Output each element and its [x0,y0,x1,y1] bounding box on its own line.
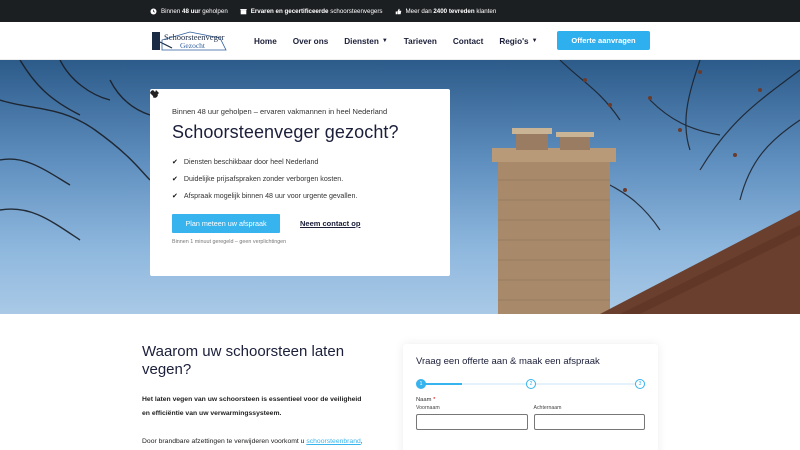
nav-item-home[interactable]: Home [254,37,277,46]
form-title: Vraag een offerte aan & maak een afspraa… [416,356,600,367]
check-icon: ✔ [172,158,178,166]
hero-card: Binnen 48 uur geholpen – ervaren vakmann… [150,89,450,276]
list-item: ✔ Duidelijke prijsafspraken zonder verbor… [172,174,344,183]
progress-fill [420,383,462,385]
nav-item-regios[interactable]: Regio's ▼ [499,37,537,46]
hero-kicker: Binnen 48 uur geholpen – ervaren vakmann… [150,90,428,116]
clock-icon [150,7,157,15]
tools-icon [150,90,159,98]
info-certified: Ervaren en gecertificeerde schoorsteenve… [240,8,383,15]
info-text: Binnen 48 uur geholpen [161,7,228,15]
hero-note: Binnen 1 minuut geregeld – geen verplich… [172,239,287,245]
check-icon: ✔ [172,192,178,200]
info-text: Ervaren en gecertificeerde schoorsteenve… [250,7,383,15]
why-body: Door brandbare afzettingen te verwijdere… [142,438,363,445]
form-progress: 1 2 3 [416,377,645,391]
hero-bullets: ✔ Diensten beschikbaar door heel Nederlan… [172,153,428,204]
logo-text-line2: Gezocht [180,41,206,50]
list-item: ✔ Diensten beschikbaar door heel Nederlan… [172,157,319,166]
why-section: Waarom uw schoorsteen laten vegen? Het l… [142,343,367,450]
nav-item-tarieven[interactable]: Tarieven [404,37,437,46]
thumbs-up-icon [395,8,401,14]
info-customers: Meer dan 2400 tevreden klanten [395,7,497,15]
nav-item-contact[interactable]: Contact [453,37,483,46]
hero-kicker-text: Binnen 48 uur geholpen – ervaren vakmann… [172,107,388,116]
menu: Home Over ons Diensten ▼ Tarieven Contact… [254,22,554,60]
chevron-down-icon: ▼ [531,38,538,44]
last-name-input[interactable] [533,414,645,430]
check-icon: ✔ [172,175,178,183]
nav-item-over-ons[interactable]: Over ons [293,37,329,46]
step-3: 3 [635,379,645,389]
step-1: 1 [416,379,426,389]
step-2: 2 [526,379,536,389]
first-name-label: Voornaam [416,405,440,411]
name-label: Naam * [416,397,436,403]
why-intro: Het laten vegen van uw schoorsteen is es… [142,396,362,417]
info-text: Meer dan 2400 tevreden klanten [405,7,497,15]
list-item: ✔ Afspraak mogelijk binnen 48 uur voor ur… [172,191,358,200]
hero-title: Schoorsteenveger gezocht? [172,122,399,142]
contact-link[interactable]: Neem contact op [300,219,360,228]
why-title: Waarom uw schoorsteen laten vegen? [142,343,345,378]
site-logo[interactable]: Schoorsteenveger Gezocht [150,28,228,54]
info-response-time: Binnen 48 uur geholpen [150,8,228,15]
last-name-label: Achternaam [533,405,562,411]
hero-section: Binnen 48 uur geholpen – ervaren vakmann… [0,60,800,314]
offerte-aanvragen-button[interactable]: Offerte aanvragen [557,31,650,50]
plan-afspraak-button[interactable]: Plan meteen uw afspraak [172,214,280,233]
main-navigation: Schoorsteenveger Gezocht Home Over ons D… [0,22,800,60]
top-info-bar: Binnen 48 uur geholpen Ervaren en gecert… [0,0,800,22]
quote-form: Vraag een offerte aan & maak een afspraa… [403,344,658,450]
schoorsteenbrand-link[interactable]: schoorsteenbrand [306,438,360,445]
chevron-down-icon: ▼ [381,38,388,44]
nav-item-diensten[interactable]: Diensten ▼ [344,37,388,46]
first-name-input[interactable] [416,414,528,430]
building-icon [240,8,247,14]
